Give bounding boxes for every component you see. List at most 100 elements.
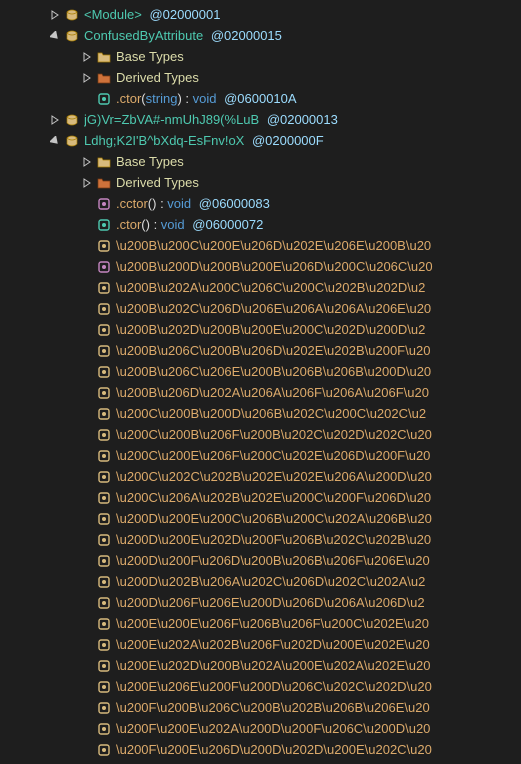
folder-red-icon <box>96 70 112 86</box>
obf-member[interactable]: \u200E\u202A\u202B\u206F\u202D\u200E\u20… <box>0 634 521 655</box>
obf-member[interactable]: \u200C\u206A\u202B\u202E\u200C\u200F\u20… <box>0 487 521 508</box>
obf-member[interactable]: \u200B\u200D\u200B\u200E\u206D\u200C\u20… <box>0 256 521 277</box>
assembly-tree[interactable]: <Module> @02000001ConfusedByAttribute @0… <box>0 0 521 764</box>
expander-none <box>80 344 94 358</box>
derived-types-folder[interactable]: Derived Types <box>0 67 521 88</box>
method-int-icon <box>96 238 112 254</box>
folder-icon <box>96 49 112 65</box>
ctor-method-2[interactable]: .ctor() : void @06000072 <box>0 214 521 235</box>
obf-member[interactable]: \u200D\u200F\u206D\u200B\u206B\u206F\u20… <box>0 550 521 571</box>
expander-none <box>80 302 94 316</box>
node-label: .ctor(string) : void @0600010A <box>116 88 297 109</box>
node-label: \u200D\u200E\u202D\u200F\u206B\u202C\u20… <box>116 529 431 550</box>
obf-member[interactable]: \u200D\u206F\u206E\u200D\u206D\u206A\u20… <box>0 592 521 613</box>
cctor-method[interactable]: .cctor() : void @06000083 <box>0 193 521 214</box>
expander-none <box>80 491 94 505</box>
obf-member[interactable]: \u200E\u202D\u200B\u202A\u200E\u202A\u20… <box>0 655 521 676</box>
method-int-icon <box>96 595 112 611</box>
expander-none <box>80 575 94 589</box>
node-label: \u200E\u202A\u202B\u206F\u202D\u200E\u20… <box>116 634 430 655</box>
obf-member[interactable]: \u200C\u202C\u202B\u202E\u202E\u206A\u20… <box>0 466 521 487</box>
obf-member[interactable]: \u200C\u200E\u206F\u200C\u202E\u206D\u20… <box>0 445 521 466</box>
expander-closed-icon[interactable] <box>80 71 94 85</box>
node-label: \u200B\u200D\u200B\u200E\u206D\u200C\u20… <box>116 256 433 277</box>
obf-member[interactable]: \u200F\u200B\u206C\u200B\u202B\u206B\u20… <box>0 697 521 718</box>
node-label: \u200C\u200B\u200D\u206B\u202C\u200C\u20… <box>116 403 426 424</box>
obf-member[interactable]: \u200F\u200E\u202A\u200D\u200F\u206C\u20… <box>0 718 521 739</box>
method-int-icon <box>96 343 112 359</box>
expander-closed-icon[interactable] <box>80 50 94 64</box>
obf-member[interactable]: \u200D\u200E\u200C\u206B\u200C\u202A\u20… <box>0 508 521 529</box>
expander-none <box>80 281 94 295</box>
method-int-icon <box>96 616 112 632</box>
obf-member[interactable]: \u200C\u200B\u206F\u200B\u202C\u202D\u20… <box>0 424 521 445</box>
method-int-icon <box>96 385 112 401</box>
base-types-folder[interactable]: Base Types <box>0 46 521 67</box>
type-obf2[interactable]: Ldhg;K2I'B^bXdq-EsFnv!oX @0200000F <box>0 130 521 151</box>
expander-none <box>80 239 94 253</box>
expander-closed-icon[interactable] <box>80 176 94 190</box>
obf-member[interactable]: \u200B\u206C\u200B\u206D\u202E\u202B\u20… <box>0 340 521 361</box>
expander-closed-icon[interactable] <box>48 8 62 22</box>
obf-member[interactable]: \u200B\u202C\u206D\u206E\u206A\u206A\u20… <box>0 298 521 319</box>
method-int-icon <box>96 511 112 527</box>
ctor-method[interactable]: .ctor(string) : void @0600010A <box>0 88 521 109</box>
expander-none <box>80 743 94 757</box>
node-label: \u200D\u200F\u206D\u200B\u206B\u206F\u20… <box>116 550 430 571</box>
namespace-icon <box>64 28 80 44</box>
folder-red-icon <box>96 175 112 191</box>
expander-none <box>80 596 94 610</box>
node-label: \u200F\u200E\u206D\u200D\u202D\u200E\u20… <box>116 739 432 760</box>
module-node[interactable]: <Module> @02000001 <box>0 4 521 25</box>
method-int-icon <box>96 574 112 590</box>
obf-member[interactable]: \u200B\u206D\u202A\u206A\u206F\u206A\u20… <box>0 382 521 403</box>
method-priv-icon <box>96 196 112 212</box>
expander-open-icon[interactable] <box>48 29 62 43</box>
expander-none <box>80 470 94 484</box>
expander-closed-icon[interactable] <box>80 155 94 169</box>
expander-closed-icon[interactable] <box>48 113 62 127</box>
obf-member[interactable]: \u200E\u200E\u206F\u206B\u206F\u200C\u20… <box>0 613 521 634</box>
node-label: ConfusedByAttribute @02000015 <box>84 25 282 46</box>
type-obf1[interactable]: jG)Vr=ZbVA#-nmUhJ89(%LuB @02000013 <box>0 109 521 130</box>
expander-open-icon[interactable] <box>48 134 62 148</box>
obf-member[interactable]: \u200E\u206E\u200F\u200D\u206C\u202C\u20… <box>0 676 521 697</box>
derived-types-folder-2[interactable]: Derived Types <box>0 172 521 193</box>
node-label: Derived Types <box>116 67 199 88</box>
method-int-icon <box>96 742 112 758</box>
method-int-icon <box>96 490 112 506</box>
obf-member[interactable]: \u200D\u202B\u206A\u202C\u206D\u202C\u20… <box>0 571 521 592</box>
method-pub-icon <box>96 217 112 233</box>
node-label: \u200D\u202B\u206A\u202C\u206D\u202C\u20… <box>116 571 425 592</box>
obf-member[interactable]: \u200B\u202A\u200C\u206C\u200C\u202B\u20… <box>0 277 521 298</box>
base-types-folder-2[interactable]: Base Types <box>0 151 521 172</box>
node-label: \u200E\u200E\u206F\u206B\u206F\u200C\u20… <box>116 613 429 634</box>
method-int-icon <box>96 553 112 569</box>
obf-member[interactable]: \u200F\u200E\u206D\u200D\u202D\u200E\u20… <box>0 739 521 760</box>
obf-member[interactable]: \u200C\u200B\u200D\u206B\u202C\u200C\u20… <box>0 403 521 424</box>
expander-none <box>80 365 94 379</box>
node-label: \u200D\u200E\u200C\u206B\u200C\u202A\u20… <box>116 508 432 529</box>
method-int-icon <box>96 280 112 296</box>
namespace-icon <box>64 112 80 128</box>
node-label: .cctor() : void @06000083 <box>116 193 270 214</box>
node-label: \u200B\u206C\u200B\u206D\u202E\u202B\u20… <box>116 340 430 361</box>
expander-none <box>80 638 94 652</box>
method-int-icon <box>96 679 112 695</box>
expander-none <box>80 323 94 337</box>
node-label: \u200C\u202C\u202B\u202E\u202E\u206A\u20… <box>116 466 432 487</box>
expander-none <box>80 197 94 211</box>
node-label: <Module> @02000001 <box>84 4 220 25</box>
obf-member[interactable]: \u200B\u202D\u200B\u200E\u200C\u202D\u20… <box>0 319 521 340</box>
obf-member[interactable]: \u200D\u200E\u202D\u200F\u206B\u202C\u20… <box>0 529 521 550</box>
namespace-icon <box>64 7 80 23</box>
expander-none <box>80 386 94 400</box>
expander-none <box>80 449 94 463</box>
obf-member[interactable]: \u200B\u200C\u200E\u206D\u202E\u206E\u20… <box>0 235 521 256</box>
method-int-icon <box>96 469 112 485</box>
method-int-icon <box>96 532 112 548</box>
method-priv-icon <box>96 259 112 275</box>
type-confusedbyattribute[interactable]: ConfusedByAttribute @02000015 <box>0 25 521 46</box>
obf-member[interactable]: \u200B\u206C\u206E\u200B\u206B\u206B\u20… <box>0 361 521 382</box>
expander-none <box>80 617 94 631</box>
